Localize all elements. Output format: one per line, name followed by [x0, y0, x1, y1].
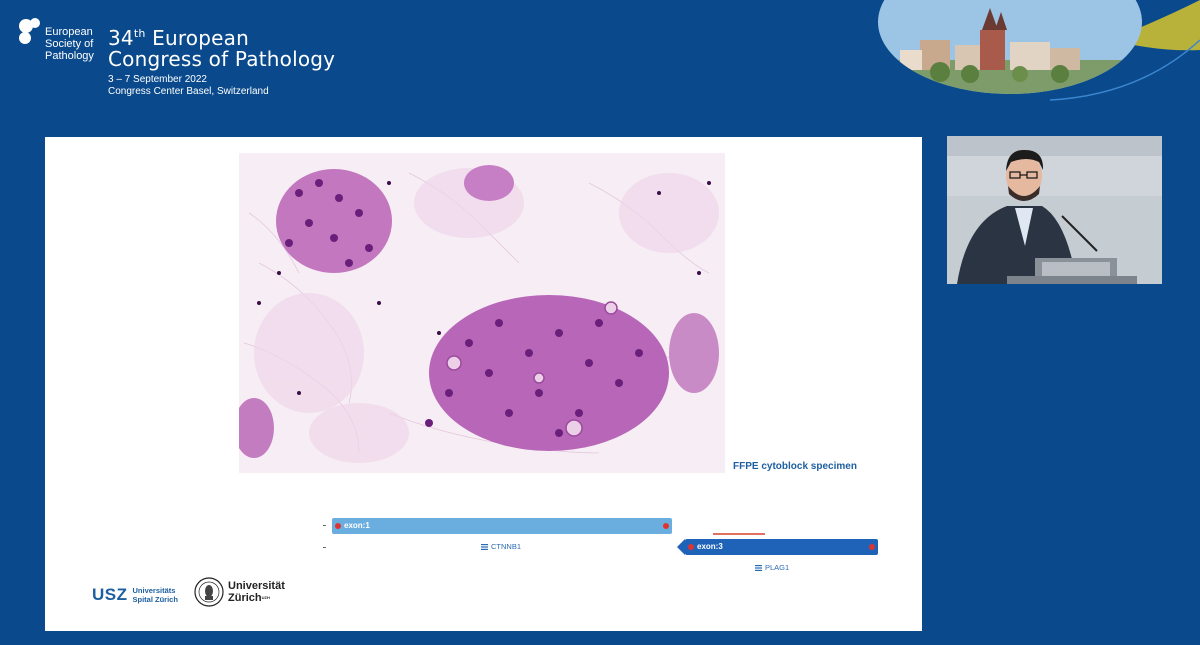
plag1-gene-name: PLAG1 — [765, 563, 790, 572]
congress-title-block: 34th European Congress of Pathology 3 – … — [108, 28, 335, 98]
congress-dates: 3 – 7 September 2022 — [108, 74, 207, 85]
histology-image — [239, 153, 725, 473]
breakpoint-dot — [688, 544, 694, 550]
axis-tick — [323, 547, 326, 548]
uzh-name: Universität ZürichUZH — [228, 580, 285, 604]
esp-logo-icon — [19, 18, 40, 44]
speaker-image — [947, 136, 1162, 284]
usz-abbrev: USZ — [92, 585, 128, 604]
congress-line-2: Congress of Pathology — [108, 47, 336, 71]
presentation-slide: FFPE cytoblock specimen exon:1 CTNNB1 ex… — [45, 137, 922, 631]
ctnnb1-exon-bar: exon:1 — [332, 518, 672, 534]
uzh-sup: UZH — [261, 595, 270, 600]
uzh-line-2-wrap: ZürichUZH — [228, 592, 285, 604]
axis-tick — [323, 525, 326, 526]
esp-line-3: Pathology — [45, 50, 94, 62]
breakpoint-dot — [869, 544, 875, 550]
usz-line-1: Universitäts — [132, 586, 176, 595]
speaker-video-feed — [947, 136, 1162, 284]
usz-line-2: Spital Zürich — [132, 595, 178, 604]
congress-venue: Congress Center Basel, Switzerland — [108, 86, 269, 97]
esp-line-2: Society of — [45, 38, 94, 50]
plag1-exon-label: exon:3 — [697, 542, 723, 551]
usz-name: Universitäts Spital Zürich — [133, 586, 178, 604]
ctnnb1-exon-label: exon:1 — [344, 521, 370, 530]
congress-title: 34th European Congress of Pathology — [108, 28, 335, 70]
image-caption: FFPE cytoblock specimen — [733, 461, 857, 472]
uzh-line-1: Universität — [228, 580, 285, 592]
basel-cityscape-image — [878, 0, 1200, 101]
esp-line-1: European — [45, 26, 93, 38]
direction-arrow — [713, 533, 765, 535]
uzh-logo: Universität ZürichUZH — [194, 577, 285, 607]
list-icon — [481, 543, 488, 550]
esp-logo: European Society of Pathology — [16, 14, 106, 74]
uzh-seal-icon — [194, 577, 224, 607]
breakpoint-dot — [663, 523, 669, 529]
ctnnb1-gene-name: CTNNB1 — [491, 542, 522, 551]
esp-logo-text: European Society of Pathology — [45, 26, 94, 62]
congress-dates-venue: 3 – 7 September 2022 Congress Center Bas… — [108, 74, 335, 98]
uzh-line-2: Zürich — [228, 592, 262, 604]
plag1-gene-label: PLAG1 — [755, 563, 789, 572]
plag1-exon-bar: exon:3 — [677, 539, 878, 555]
list-icon — [755, 564, 762, 571]
usz-logo: USZ Universitäts Spital Zürich — [92, 585, 178, 605]
histology-micrograph-image — [239, 153, 725, 473]
congress-ordinal: th — [133, 27, 146, 40]
ctnnb1-gene-label: CTNNB1 — [481, 542, 521, 551]
breakpoint-dot — [335, 523, 341, 529]
